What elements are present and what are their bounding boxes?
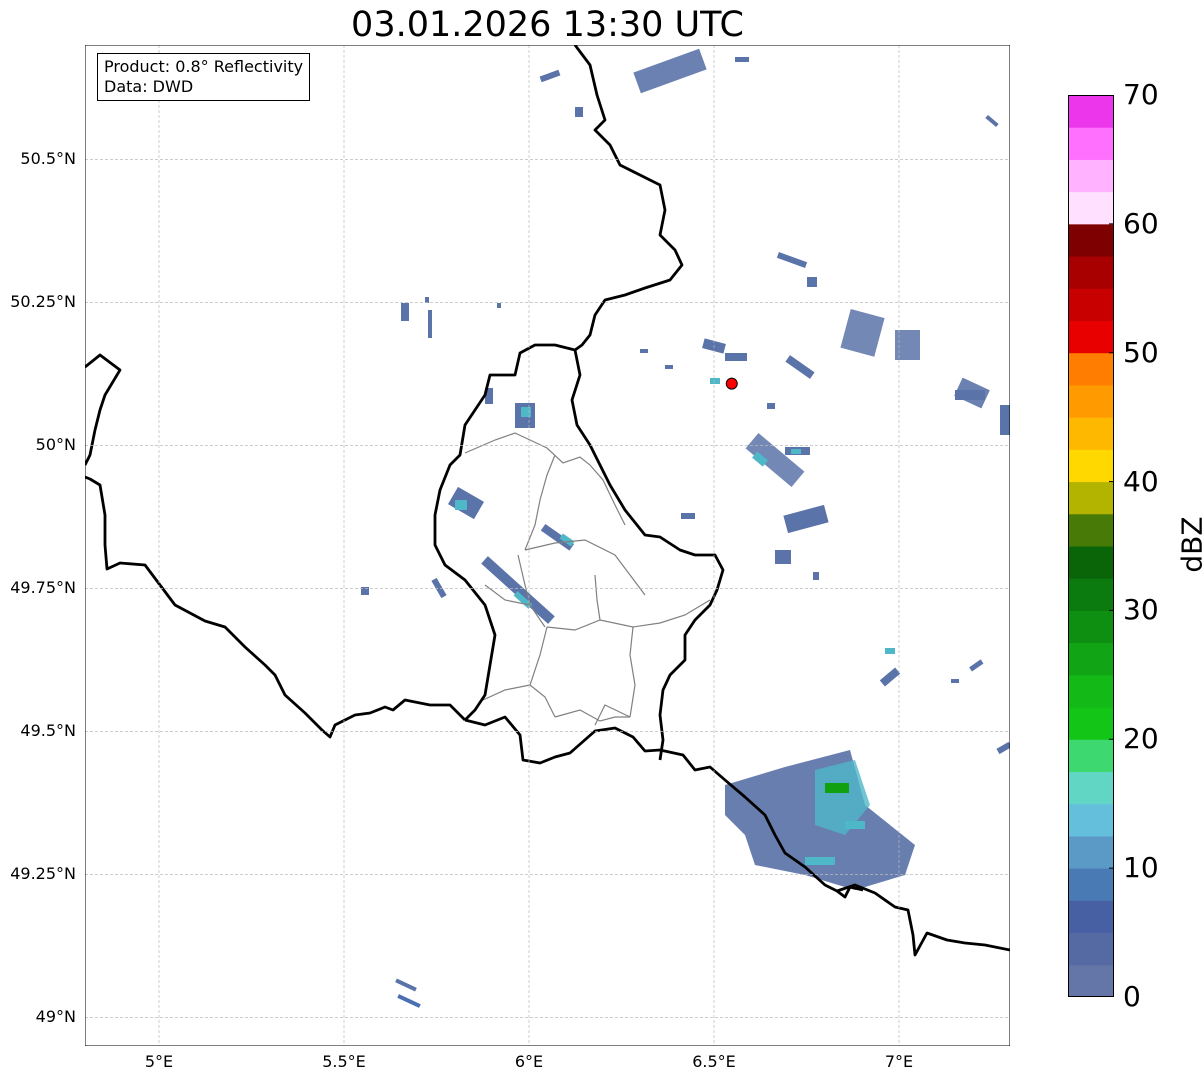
echo-cell bbox=[1000, 405, 1010, 435]
colorbar-segment bbox=[1068, 127, 1114, 160]
colorbar-tick-label: 20 bbox=[1123, 722, 1159, 756]
colorbar-segment bbox=[1068, 288, 1114, 321]
colorbar-segment bbox=[1068, 352, 1114, 386]
colorbar-tick-label: 0 bbox=[1123, 980, 1141, 1013]
product-info-box: Product: 0.8° Reflectivity Data: DWD bbox=[97, 53, 311, 101]
colorbar-tick-label: 50 bbox=[1123, 335, 1159, 369]
longitude-tick-label: 7°E bbox=[884, 1052, 914, 1071]
colorbar-segment bbox=[1068, 739, 1114, 772]
echo-cell bbox=[845, 821, 865, 829]
echo-cell bbox=[710, 378, 720, 384]
latitude-tick-label: 50.5°N bbox=[20, 149, 76, 169]
latitude-tick-label: 50.25°N bbox=[10, 292, 76, 312]
echo-cell bbox=[791, 449, 801, 454]
echo-cell bbox=[497, 303, 501, 308]
colorbar-segment bbox=[1068, 900, 1114, 934]
colorbar-tick-label: 70 bbox=[1123, 78, 1159, 111]
colorbar-tick-label: 40 bbox=[1123, 464, 1159, 498]
colorbar-tick-label: 60 bbox=[1123, 206, 1159, 240]
colorbar-segment bbox=[1068, 384, 1114, 418]
colorbar-segment bbox=[1068, 835, 1114, 869]
colorbar-segment bbox=[1068, 642, 1114, 676]
radar-map[interactable] bbox=[85, 45, 1010, 1046]
colorbar-segment bbox=[1068, 159, 1114, 193]
data-source-label: Data: DWD bbox=[104, 77, 194, 96]
colorbar bbox=[1068, 95, 1114, 997]
colorbar-segment bbox=[1068, 481, 1114, 515]
echo-cell bbox=[885, 648, 895, 654]
colorbar-segment bbox=[1068, 771, 1114, 805]
colorbar-segment bbox=[1068, 223, 1114, 257]
colorbar-tick-label: 10 bbox=[1123, 851, 1159, 885]
colorbar-segment bbox=[1068, 513, 1114, 547]
colorbar-segment bbox=[1068, 932, 1114, 966]
echo-cell bbox=[725, 353, 747, 361]
echo-cell bbox=[401, 303, 409, 321]
longitude-tick-label: 5°E bbox=[144, 1052, 174, 1071]
colorbar-segment bbox=[1068, 707, 1114, 740]
latitude-tick-label: 49.75°N bbox=[10, 578, 76, 598]
product-label: Product: 0.8° Reflectivity bbox=[104, 57, 304, 76]
echo-cell bbox=[428, 310, 432, 338]
map-background bbox=[85, 45, 1010, 1046]
colorbar-segment bbox=[1068, 449, 1114, 483]
colorbar-segment bbox=[1068, 964, 1114, 997]
echo-cell bbox=[767, 403, 775, 409]
colorbar-segment bbox=[1068, 546, 1114, 579]
echo-cell bbox=[521, 407, 531, 417]
echo-cell bbox=[805, 857, 835, 865]
echo-cell bbox=[955, 390, 985, 400]
echo-cell bbox=[735, 57, 749, 62]
longitude-tick-label: 6°E bbox=[514, 1052, 544, 1071]
colorbar-segment bbox=[1068, 803, 1114, 837]
radar-site-marker[interactable] bbox=[725, 377, 738, 390]
colorbar-segment bbox=[1068, 417, 1114, 450]
colorbar-segment bbox=[1068, 191, 1114, 225]
echo-cell bbox=[681, 513, 695, 519]
latitude-tick-label: 49°N bbox=[35, 1007, 76, 1027]
colorbar-tick-label: 30 bbox=[1123, 593, 1159, 627]
echo-cell bbox=[640, 349, 648, 353]
echo-cell bbox=[575, 107, 583, 117]
colorbar-segment bbox=[1068, 256, 1114, 289]
colorbar-segment bbox=[1068, 674, 1114, 708]
colorbar-unit-label: dBZ bbox=[1175, 516, 1202, 573]
colorbar-segment bbox=[1068, 578, 1114, 611]
echo-cell bbox=[775, 550, 791, 564]
latitude-tick-label: 49.25°N bbox=[10, 864, 76, 884]
colorbar-segment bbox=[1068, 610, 1114, 644]
echo-cell bbox=[455, 500, 467, 510]
echo-cell bbox=[951, 679, 959, 683]
colorbar-segment bbox=[1068, 95, 1114, 128]
colorbar-segment bbox=[1068, 868, 1114, 901]
echo-cell bbox=[813, 572, 819, 580]
colorbar-segment bbox=[1068, 320, 1114, 354]
map-title: 03.01.2026 13:30 UTC bbox=[351, 5, 744, 45]
echo-cell bbox=[807, 277, 817, 287]
echo-cell bbox=[825, 783, 849, 793]
echo-cell bbox=[665, 365, 673, 369]
latitude-tick-label: 49.5°N bbox=[20, 721, 76, 741]
longitude-tick-label: 6.5°E bbox=[692, 1052, 736, 1071]
longitude-tick-label: 5.5°E bbox=[322, 1052, 366, 1071]
latitude-tick-label: 50°N bbox=[35, 435, 76, 455]
